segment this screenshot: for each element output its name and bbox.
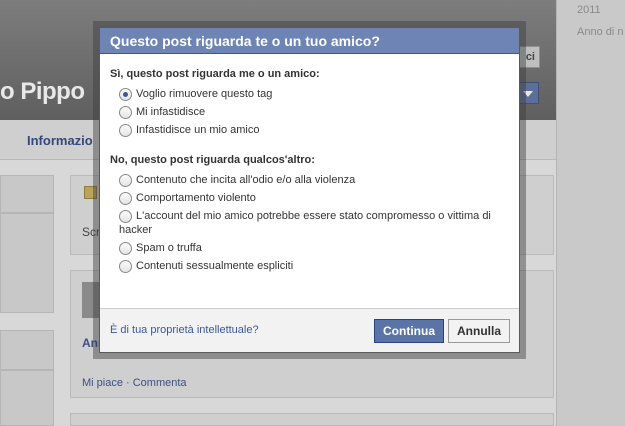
option-annoys-me[interactable]: Mi infastidisce	[110, 105, 509, 119]
radio-icon[interactable]	[119, 106, 132, 119]
dialog-footer: È di tua proprietà intellettuale? Contin…	[100, 308, 519, 352]
section-title-other: No, questo post riguarda qualcos'altro:	[110, 154, 315, 166]
left-panel-box	[0, 370, 54, 426]
radio-selected-icon[interactable]	[119, 88, 132, 101]
option-label: Infastidisce un mio amico	[136, 124, 260, 136]
left-panel-box	[0, 213, 54, 313]
post-card	[70, 413, 554, 426]
option-label: Voglio rimuovere questo tag	[136, 88, 273, 100]
dialog-body: Sì, questo post riguarda me o un amico: …	[100, 54, 519, 273]
year-item-birth[interactable]: Anno di n	[577, 26, 623, 38]
option-annoys-friend[interactable]: Infastidisce un mio amico	[110, 123, 509, 137]
section-title-about-me: Sì, questo post riguarda me o un amico:	[110, 68, 320, 80]
option-sexual-content[interactable]: Contenuti sessualmente espliciti	[110, 259, 509, 273]
timeline-years-column	[556, 0, 625, 426]
radio-icon[interactable]	[119, 124, 132, 137]
radio-icon[interactable]	[119, 174, 132, 187]
year-item-2011[interactable]: 2011	[577, 4, 601, 16]
radio-icon[interactable]	[119, 242, 132, 255]
radio-icon[interactable]	[119, 210, 132, 223]
nav-item-info[interactable]: Informazio	[27, 133, 93, 148]
dialog-title: Questo post riguarda te o un tuo amico?	[100, 28, 519, 54]
intellectual-property-link[interactable]: È di tua proprietà intellettuale?	[110, 324, 259, 336]
left-panel-box	[0, 330, 54, 370]
option-label: L'account del mio amico potrebbe essere …	[119, 210, 491, 236]
option-label: Spam o truffa	[136, 242, 202, 254]
profile-name: o Pippo	[0, 78, 85, 105]
cancel-button[interactable]: Annulla	[448, 319, 510, 343]
option-hate-speech[interactable]: Contenuto che incita all'odio e/o alla v…	[110, 173, 509, 187]
report-dialog: Questo post riguarda te o un tuo amico? …	[99, 27, 520, 353]
post-actions[interactable]: Mi piace · Commenta	[82, 377, 187, 389]
radio-icon[interactable]	[119, 192, 132, 205]
option-violent-behavior[interactable]: Comportamento violento	[110, 191, 509, 205]
left-panel-box	[0, 175, 54, 213]
option-label: Mi infastidisce	[136, 106, 206, 118]
option-label: Comportamento violento	[136, 192, 256, 204]
radio-icon[interactable]	[119, 260, 132, 273]
continue-button[interactable]: Continua	[374, 319, 444, 343]
option-label: Contenuto che incita all'odio e/o alla v…	[136, 174, 356, 186]
note-icon	[84, 186, 97, 199]
post-card-text: Scr	[82, 225, 100, 239]
option-label: Contenuti sessualmente espliciti	[136, 260, 294, 272]
option-spam[interactable]: Spam o truffa	[110, 241, 509, 255]
option-hacked-account[interactable]: L'account del mio amico potrebbe essere …	[110, 209, 509, 237]
option-remove-tag[interactable]: Voglio rimuovere questo tag	[110, 87, 509, 101]
